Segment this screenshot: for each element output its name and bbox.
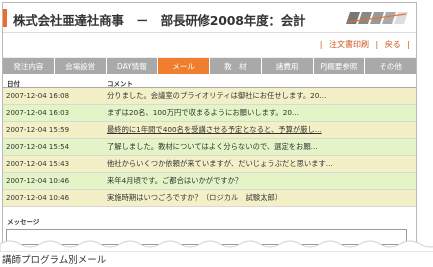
torn-edge-divider (0, 240, 433, 252)
company-logo (346, 12, 408, 24)
link-separator: | (407, 40, 410, 49)
top-links: | 注文書印刷 | 戻る | (3, 39, 416, 55)
tab-expenses[interactable]: 諸費用 (261, 58, 314, 74)
print-order-link[interactable]: 注文書印刷 (329, 40, 369, 49)
page-title: 株式会社亜達社商事 － 部長研修2008年度：会計 (13, 13, 306, 28)
table-row[interactable]: 2007-12-04 16:03 まずは20名、100万円で収まるようにお願いし… (3, 105, 416, 122)
row-date: 2007-12-04 15:54 (6, 143, 70, 151)
row-message[interactable]: 分りました。会議室のプライオリティは御社にお任せします。20... (107, 91, 407, 101)
row-message[interactable]: 最終的に1年間で400名を受講させる予定となると、予算が厳し... (107, 125, 407, 135)
row-date: 2007-12-04 15:43 (6, 160, 70, 168)
table-row[interactable]: 2007-12-04 10:46 実施時期はいつごろですか？（ロジカル 試験太郎… (3, 190, 416, 207)
table-row[interactable]: 2007-12-04 10:46 来年4月頃です。ご都合はいかがですか？ (3, 173, 416, 190)
message-label: メッセージ (7, 218, 40, 226)
column-header-date: 日付 (7, 80, 20, 88)
table-row[interactable]: 2007-12-04 15:43 他社からいくつか依頼が来ていますが、だいじょう… (3, 156, 416, 173)
tab-pj-overview[interactable]: PJ概要参照 (313, 58, 366, 74)
tab-other[interactable]: その他 (365, 58, 416, 74)
row-message[interactable]: 実施時期はいつごろですか？（ロジカル 試験太郎） (107, 193, 407, 203)
row-message[interactable]: 了解しました。教材についてはよく分らないので、選定をお願... (107, 142, 407, 152)
page-header: 株式会社亜達社商事 － 部長研修2008年度：会計 (3, 3, 416, 33)
row-date: 2007-12-04 10:46 (6, 194, 70, 202)
header-accent-bar (3, 9, 7, 27)
row-date: 2007-12-04 10:46 (6, 177, 70, 185)
tab-bar: 発注内容 会場設営 DAY情報 メール 教 材 諸費用 PJ概要参照 その他 (3, 57, 416, 74)
tab-order-details[interactable]: 発注内容 (3, 58, 55, 74)
tab-venue-setup[interactable]: 会場設営 (54, 58, 107, 74)
column-header-comment: コメント (107, 80, 133, 88)
link-separator: | (319, 40, 323, 49)
row-date: 2007-12-04 16:08 (6, 92, 70, 100)
application-window: 株式会社亜達社商事 － 部長研修2008年度：会計 | 注文書印刷 | 戻る |… (2, 2, 417, 248)
row-message[interactable]: 他社からいくつか依頼が来ていますが、だいじょうぶだと思います... (107, 159, 407, 169)
tab-day-info[interactable]: DAY情報 (106, 58, 159, 74)
table-header: 日付 コメント (3, 74, 416, 88)
row-message[interactable]: まずは20名、100万円で収まるようにお願いします。20... (107, 108, 407, 118)
row-message[interactable]: 来年4月頃です。ご都合はいかがですか？ (107, 176, 407, 186)
link-separator: | (375, 40, 379, 49)
row-date: 2007-12-04 15:59 (6, 126, 70, 134)
table-row[interactable]: 2007-12-04 16:08 分りました。会議室のプライオリティは御社にお任… (3, 88, 416, 105)
tab-mail[interactable]: メール (158, 58, 210, 74)
table-row[interactable]: 2007-12-04 15:54 了解しました。教材についてはよく分らないので、… (3, 139, 416, 156)
row-date: 2007-12-04 16:03 (6, 109, 70, 117)
figure-caption: 講師プログラム別メール (2, 255, 107, 266)
table-row[interactable]: 2007-12-04 15:59 最終的に1年間で400名を受講させる予定となる… (3, 122, 416, 139)
back-link[interactable]: 戻る (385, 40, 401, 49)
tab-materials[interactable]: 教 材 (210, 58, 262, 74)
